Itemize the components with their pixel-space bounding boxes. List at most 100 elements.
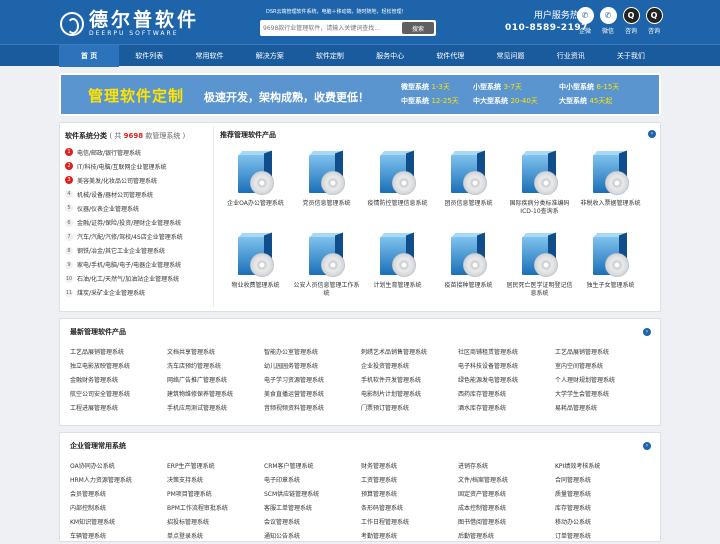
software-link[interactable]: 会员管理系统	[70, 488, 167, 502]
software-link[interactable]: 工作日程管理系统	[361, 516, 458, 530]
software-link[interactable]: 质量管理系统	[555, 488, 652, 502]
software-link[interactable]: 幼儿园园务管理系统	[264, 360, 361, 374]
software-link[interactable]: 决策支持系统	[167, 474, 264, 488]
software-link[interactable]: 建筑物维修保养管理系统	[167, 388, 264, 402]
software-link[interactable]: 单点登录系统	[167, 530, 264, 544]
software-link[interactable]: 进销存系统	[458, 460, 555, 474]
software-link[interactable]: 成本控制管理系统	[458, 502, 555, 516]
software-link[interactable]: 智能办公室管理系统	[264, 346, 361, 360]
more-arrow-icon[interactable]: ›	[643, 328, 651, 336]
software-link[interactable]: 车辆管理系统	[70, 530, 167, 544]
product-card[interactable]: 企业OA办公管理系统	[220, 150, 291, 233]
nav-item[interactable]: 软件列表	[119, 45, 179, 67]
software-link[interactable]: OA协同办公系统	[70, 460, 167, 474]
software-link[interactable]: 西药库存管理系统	[458, 388, 555, 402]
software-link[interactable]: 洗车店预约管理系统	[167, 360, 264, 374]
software-link[interactable]: 考勤管理系统	[361, 530, 458, 544]
software-link[interactable]: 库存管理系统	[555, 502, 652, 516]
software-link[interactable]: 网络广告推广管理系统	[167, 374, 264, 388]
contact-qq-1[interactable]: Q 咨询	[620, 7, 642, 35]
software-link[interactable]: 电影制片计划管理系统	[361, 388, 458, 402]
software-link[interactable]: 工程进展管理系统	[70, 402, 167, 416]
software-link[interactable]: 独立电影放映管理系统	[70, 360, 167, 374]
category-item[interactable]: 6 金融/证券/保险/投资/理财企业管理系统	[65, 215, 209, 229]
software-link[interactable]: 文档共享管理系统	[167, 346, 264, 360]
software-link[interactable]: 客服工单管理系统	[264, 502, 361, 516]
software-link[interactable]: KM知识管理系统	[70, 516, 167, 530]
search-input[interactable]	[263, 20, 401, 36]
site-logo[interactable]: 德尔普软件 DEERPU SOFTWARE	[60, 10, 199, 38]
software-link[interactable]: 手机应用测试管理系统	[167, 402, 264, 416]
software-link[interactable]: 门票预订管理系统	[361, 402, 458, 416]
category-item[interactable]: 7 汽车/汽配/汽修/驾校/4S店企业管理系统	[65, 230, 209, 244]
software-link[interactable]: 条形码管理系统	[361, 502, 458, 516]
software-link[interactable]: 招投标管理系统	[167, 516, 264, 530]
category-item[interactable]: 5 仪器/仪表企业管理系统	[65, 201, 209, 215]
software-link[interactable]: ERP生产管理系统	[167, 460, 264, 474]
product-card[interactable]: 非税收入票据管理系统	[575, 150, 646, 233]
product-card[interactable]: 党员信息管理系统	[291, 150, 362, 233]
software-link[interactable]: 内部控制系统	[70, 502, 167, 516]
software-link[interactable]: CRM客户管理系统	[264, 460, 361, 474]
nav-item[interactable]: 解决方案	[240, 45, 300, 67]
software-link[interactable]: 手机软件开发管理系统	[361, 374, 458, 388]
product-card[interactable]: 疫苗接种管理系统	[433, 232, 504, 315]
category-item[interactable]: 3 美容美发/化妆品公司管理系统	[65, 173, 209, 187]
software-link[interactable]: 金融财务管理系统	[70, 374, 167, 388]
product-card[interactable]: 团员信息管理系统	[433, 150, 504, 233]
software-link[interactable]: 图书借阅管理系统	[458, 516, 555, 530]
software-link[interactable]: 电子学习资源管理系统	[264, 374, 361, 388]
product-card[interactable]: 公安人员信息管理工作系统	[291, 232, 362, 315]
software-link[interactable]: SCM供应链管理系统	[264, 488, 361, 502]
nav-item[interactable]: 常用软件	[179, 45, 239, 67]
nav-item[interactable]: 首 页	[59, 45, 120, 67]
software-link[interactable]: 财务管理系统	[361, 460, 458, 474]
nav-item[interactable]: 软件代理	[420, 45, 480, 67]
more-arrow-icon[interactable]: ›	[648, 130, 656, 138]
software-link[interactable]: 航空公司安全管理系统	[70, 388, 167, 402]
software-link[interactable]: 工资管理系统	[361, 474, 458, 488]
software-link[interactable]: 工艺品展销管理系统	[70, 346, 167, 360]
software-link[interactable]: 订单管理系统	[555, 530, 652, 544]
category-item[interactable]: 11 煤炭/采矿业企业管理系统	[65, 286, 209, 300]
category-item[interactable]: 10 石油/化工/天然气/加油站企业管理系统	[65, 272, 209, 286]
software-link[interactable]: 会议管理系统	[264, 516, 361, 530]
product-card[interactable]: 独生子女管理系统	[575, 232, 646, 315]
nav-item[interactable]: 常见问题	[480, 45, 540, 67]
product-card[interactable]: 疫情防控管理信息系统	[362, 150, 433, 233]
contact-wecom[interactable]: ✆ 企微	[574, 7, 596, 35]
software-link[interactable]: 企业投资管理系统	[361, 360, 458, 374]
category-item[interactable]: 8 钢铁/冶金/其它工业企业管理系统	[65, 244, 209, 258]
search-button[interactable]: 搜索	[402, 22, 434, 34]
product-card[interactable]: 国际疾病分类标准编码ICD-10查询系	[504, 150, 575, 233]
software-link[interactable]: 刺绣艺术品销售管理系统	[361, 346, 458, 360]
software-link[interactable]: 个人理财规划管理系统	[555, 374, 652, 388]
software-link[interactable]: 绿色能源发电管理系统	[458, 374, 555, 388]
more-arrow-icon[interactable]: ›	[643, 442, 651, 450]
software-link[interactable]: 预算管理系统	[361, 488, 458, 502]
software-link[interactable]: 合同管理系统	[555, 474, 652, 488]
software-link[interactable]: 文件/档案管理系统	[458, 474, 555, 488]
product-card[interactable]: 物业收费管理系统	[220, 232, 291, 315]
contact-wechat[interactable]: ✆ 微信	[597, 7, 619, 35]
software-link[interactable]: 音频视频资料管理系统	[264, 402, 361, 416]
category-item[interactable]: 4 机械/设备/器材公司管理系统	[65, 187, 209, 201]
category-item[interactable]: 2 IT/科技/电脑/互联网企业管理系统	[65, 159, 209, 173]
nav-item[interactable]: 软件定制	[300, 45, 360, 67]
product-card[interactable]: 居民死亡医学证明登记信息系统	[504, 232, 575, 315]
software-link[interactable]: 美食直播运营管理系统	[264, 388, 361, 402]
nav-item[interactable]: 关于我们	[601, 45, 661, 67]
software-link[interactable]: PM项目管理系统	[167, 488, 264, 502]
software-link[interactable]: 社区商铺租赁管理系统	[458, 346, 555, 360]
software-link[interactable]: 易耗品管理系统	[555, 402, 652, 416]
nav-item[interactable]: 行业资讯	[541, 45, 601, 67]
software-link[interactable]: HRM人力资源管理系统	[70, 474, 167, 488]
software-link[interactable]: BPM工作流程审批系统	[167, 502, 264, 516]
software-link[interactable]: 后勤管理系统	[458, 530, 555, 544]
software-link[interactable]: KPI绩效考核系统	[555, 460, 652, 474]
software-link[interactable]: 酒水库存管理系统	[458, 402, 555, 416]
product-card[interactable]: 计划生育管理系统	[362, 232, 433, 315]
contact-qq-2[interactable]: Q 咨询	[643, 7, 665, 35]
software-link[interactable]: 室内空间管理系统	[555, 360, 652, 374]
category-item[interactable]: 1 电信/邮政/银行管理系统	[65, 145, 209, 159]
